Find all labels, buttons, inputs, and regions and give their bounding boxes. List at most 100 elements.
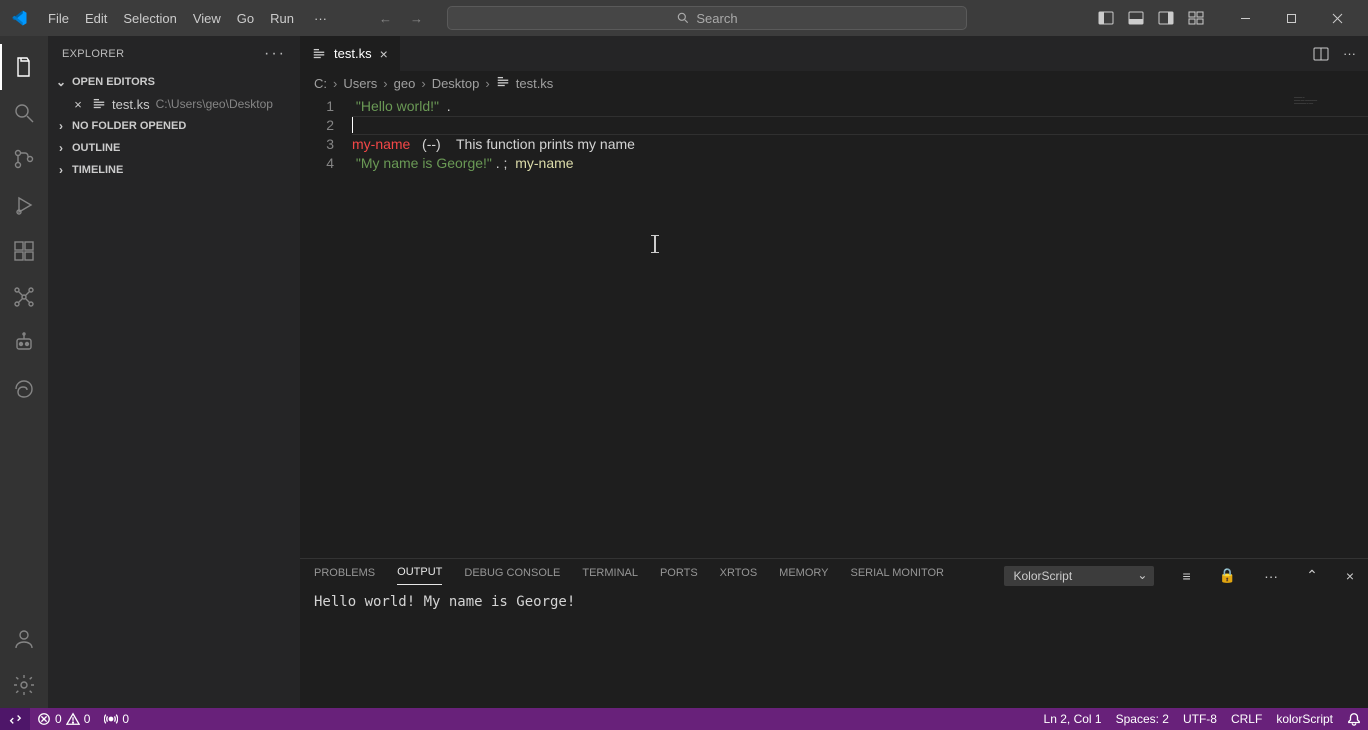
breadcrumb-segment[interactable]: C: bbox=[314, 76, 327, 91]
chevron-down-icon: ⌄ bbox=[54, 75, 68, 89]
breadcrumb-segment[interactable]: Users bbox=[343, 76, 377, 91]
activity-search[interactable] bbox=[0, 90, 48, 136]
menu-bar: FileEditSelectionViewGoRun bbox=[40, 7, 302, 30]
activity-source-control[interactable] bbox=[0, 136, 48, 182]
tab-test-ks[interactable]: test.ks × bbox=[300, 36, 401, 71]
sidebar-explorer: EXPLORER ··· ⌄ OPEN EDITORS × test.ks C:… bbox=[48, 36, 300, 708]
status-notifications[interactable] bbox=[1340, 708, 1368, 730]
command-center-search[interactable]: Search bbox=[447, 6, 967, 30]
activity-custom-robot[interactable] bbox=[0, 320, 48, 366]
breadcrumbs[interactable]: C:›Users›geo›Desktop›test.ks bbox=[300, 71, 1368, 95]
menu-file[interactable]: File bbox=[40, 7, 77, 30]
code-editor[interactable]: 1234 "Hello world!" . my-name (--) This f… bbox=[300, 95, 1368, 558]
code-line[interactable]: "Hello world!" . bbox=[352, 97, 1368, 116]
activity-custom-swirl[interactable] bbox=[0, 366, 48, 412]
tab-label: test.ks bbox=[334, 46, 372, 61]
status-eol[interactable]: CRLF bbox=[1224, 708, 1269, 730]
menu-go[interactable]: Go bbox=[229, 7, 262, 30]
panel-tab-terminal[interactable]: TERMINAL bbox=[582, 567, 638, 585]
activity-explorer[interactable] bbox=[0, 44, 48, 90]
activity-custom-graph[interactable] bbox=[0, 274, 48, 320]
sidebar-more-icon[interactable]: ··· bbox=[264, 45, 286, 63]
breadcrumb-segment[interactable]: Desktop bbox=[432, 76, 480, 91]
code-line[interactable]: "My name is George!" . ; my-name bbox=[352, 154, 1368, 173]
breadcrumb-segment[interactable]: geo bbox=[394, 76, 416, 91]
chevron-right-icon: › bbox=[54, 163, 68, 177]
section-open-editors[interactable]: ⌄ OPEN EDITORS bbox=[48, 71, 300, 93]
chevron-right-icon: › bbox=[54, 141, 68, 155]
output-channel-selector[interactable]: KolorScript bbox=[1004, 566, 1154, 586]
search-placeholder: Search bbox=[696, 11, 737, 26]
split-editor-icon[interactable] bbox=[1313, 46, 1329, 62]
close-editor-icon[interactable]: × bbox=[70, 97, 86, 112]
panel-tab-problems[interactable]: PROBLEMS bbox=[314, 567, 375, 585]
list-icon[interactable]: ≡ bbox=[1182, 568, 1190, 584]
menu-run[interactable]: Run bbox=[262, 7, 302, 30]
tab-bar: test.ks × ··· bbox=[300, 36, 1368, 71]
status-language[interactable]: kolorScript bbox=[1269, 708, 1340, 730]
activity-run-debug[interactable] bbox=[0, 182, 48, 228]
file-icon bbox=[496, 75, 510, 92]
layout-controls bbox=[1098, 10, 1204, 26]
section-outline[interactable]: › OUTLINE bbox=[48, 137, 300, 159]
panel-tabs: PROBLEMS OUTPUT DEBUG CONSOLE TERMINAL PORTS… bbox=[300, 559, 1368, 592]
editor-area: test.ks × ··· C:›Users›geo›Desktop›test.… bbox=[300, 36, 1368, 708]
nav-back-icon[interactable]: ← bbox=[379, 11, 392, 26]
code-lines[interactable]: "Hello world!" . my-name (--) This functi… bbox=[352, 95, 1368, 558]
file-icon bbox=[312, 47, 326, 61]
lock-icon[interactable]: 🔒 bbox=[1219, 567, 1236, 584]
close-panel-icon[interactable]: × bbox=[1346, 568, 1354, 584]
panel-tab-xrtos[interactable]: XRTOS bbox=[720, 567, 758, 585]
menu-selection[interactable]: Selection bbox=[115, 7, 184, 30]
section-timeline[interactable]: › TIMELINE bbox=[48, 159, 300, 181]
search-icon bbox=[676, 11, 690, 25]
title-bar: FileEditSelectionViewGoRun ··· ← → Searc… bbox=[0, 0, 1368, 36]
panel-tab-ports[interactable]: PORTS bbox=[660, 567, 698, 585]
nav-history: ← → bbox=[379, 11, 423, 26]
more-icon[interactable]: ··· bbox=[1264, 568, 1278, 584]
menu-view[interactable]: View bbox=[185, 7, 229, 30]
activity-extensions[interactable] bbox=[0, 228, 48, 274]
activity-settings[interactable] bbox=[0, 662, 48, 708]
minimize-button[interactable] bbox=[1222, 0, 1268, 36]
panel-tab-debug-console[interactable]: DEBUG CONSOLE bbox=[464, 567, 560, 585]
code-line[interactable]: my-name (--) This function prints my nam… bbox=[352, 135, 1368, 154]
line-gutter: 1234 bbox=[300, 95, 352, 558]
output-content[interactable]: Hello world! My name is George! bbox=[300, 592, 1368, 708]
bottom-panel: PROBLEMS OUTPUT DEBUG CONSOLE TERMINAL PORTS… bbox=[300, 558, 1368, 708]
section-no-folder[interactable]: › NO FOLDER OPENED bbox=[48, 115, 300, 137]
status-problems[interactable]: 0 0 bbox=[30, 708, 97, 730]
menu-edit[interactable]: Edit bbox=[77, 7, 115, 30]
tab-more-icon[interactable]: ··· bbox=[1343, 46, 1356, 61]
status-cursor-position[interactable]: Ln 2, Col 1 bbox=[1037, 708, 1109, 730]
open-editor-filename: test.ks bbox=[112, 97, 150, 112]
toggle-panel-icon[interactable] bbox=[1128, 10, 1144, 26]
status-bar: 0 0 0 Ln 2, Col 1 Spaces: 2 UTF-8 CRLF k… bbox=[0, 708, 1368, 730]
status-encoding[interactable]: UTF-8 bbox=[1176, 708, 1224, 730]
activity-bar bbox=[0, 36, 48, 708]
maximize-button[interactable] bbox=[1268, 0, 1314, 36]
vscode-logo-icon bbox=[10, 9, 28, 27]
chevron-right-icon: › bbox=[54, 119, 68, 133]
maximize-panel-icon[interactable]: ⌃ bbox=[1306, 567, 1318, 584]
sidebar-title: EXPLORER bbox=[62, 48, 124, 60]
toggle-secondary-sidebar-icon[interactable] bbox=[1158, 10, 1174, 26]
menu-overflow-icon[interactable]: ··· bbox=[306, 7, 335, 30]
toggle-primary-sidebar-icon[interactable] bbox=[1098, 10, 1114, 26]
panel-tab-serial-monitor[interactable]: SERIAL MONITOR bbox=[850, 567, 944, 585]
close-tab-icon[interactable]: × bbox=[380, 46, 388, 62]
breadcrumb-segment[interactable]: test.ks bbox=[516, 76, 554, 91]
status-indentation[interactable]: Spaces: 2 bbox=[1109, 708, 1176, 730]
activity-accounts[interactable] bbox=[0, 616, 48, 662]
code-line[interactable] bbox=[352, 116, 1368, 135]
customize-layout-icon[interactable] bbox=[1188, 10, 1204, 26]
status-ports[interactable]: 0 bbox=[97, 708, 136, 730]
nav-forward-icon[interactable]: → bbox=[410, 11, 423, 26]
panel-tab-memory[interactable]: MEMORY bbox=[779, 567, 828, 585]
open-editor-item[interactable]: × test.ks C:\Users\geo\Desktop bbox=[48, 93, 300, 115]
text-cursor-icon bbox=[654, 235, 656, 253]
panel-tab-output[interactable]: OUTPUT bbox=[397, 566, 442, 585]
remote-indicator[interactable] bbox=[0, 708, 30, 730]
close-window-button[interactable] bbox=[1314, 0, 1360, 36]
open-editor-path: C:\Users\geo\Desktop bbox=[156, 97, 273, 111]
